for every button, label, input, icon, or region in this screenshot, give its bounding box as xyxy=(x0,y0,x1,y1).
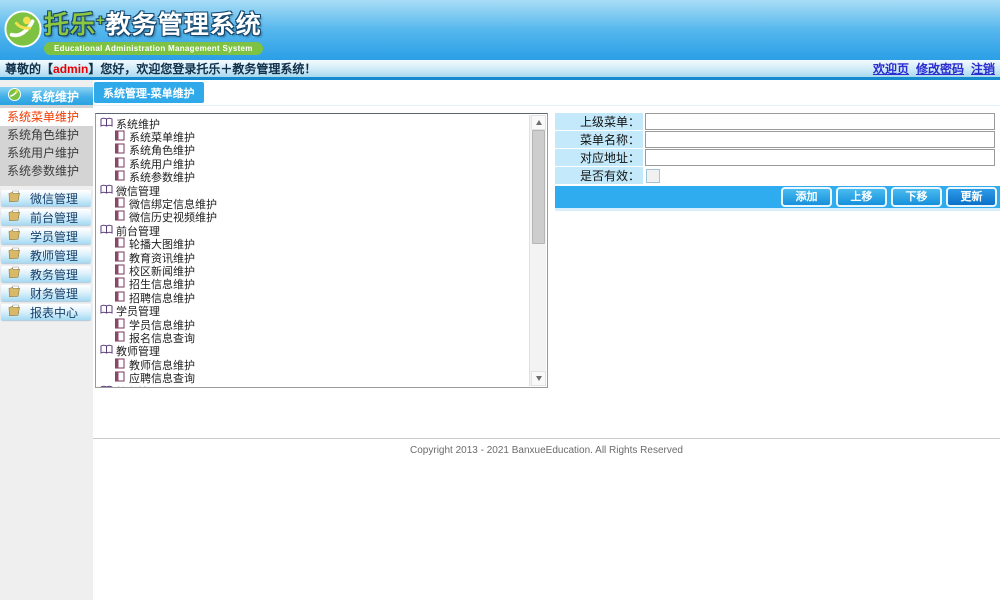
sidebar-section-item[interactable]: 前台管理 xyxy=(1,209,91,225)
folder-icon xyxy=(8,247,21,263)
footer: Copyright 2013 - 2021 BanxueEducation. A… xyxy=(93,438,1000,456)
open-book-icon xyxy=(100,385,113,388)
open-book-icon xyxy=(100,117,113,131)
url-label: 对应地址： xyxy=(555,149,643,166)
main-content: 系统管理-菜单维护 xyxy=(93,80,1000,600)
tab-menu-maintenance[interactable]: 系统管理-菜单维护 xyxy=(94,82,204,103)
book-icon xyxy=(114,157,126,171)
sidebar-submenu-item[interactable]: 系统菜单维护 xyxy=(0,108,93,126)
logo-title-white: 教务管理系统 xyxy=(106,11,262,39)
welcome-prefix: 尊敬的【 xyxy=(5,62,53,76)
sidebar-section-item[interactable]: 教师管理 xyxy=(1,247,91,263)
scroll-down-icon[interactable] xyxy=(531,371,546,386)
welcome-suffix: 】您好，欢迎您登录托乐＋教务管理系统！ xyxy=(88,62,316,76)
open-book-icon xyxy=(100,184,113,198)
folder-icon xyxy=(8,304,21,320)
tree-node[interactable]: 系统参数维护 xyxy=(100,171,547,184)
menu-name-label: 菜单名称： xyxy=(555,131,643,148)
welcome-links: 欢迎页修改密码注销 xyxy=(866,60,995,77)
folder-icon xyxy=(8,209,21,225)
menu-form-panel: 上级菜单： 菜单名称： 对应地址： 是否有效： xyxy=(555,113,1000,211)
sidebar-section-item[interactable]: 微信管理 xyxy=(1,190,91,206)
book-icon xyxy=(114,251,126,265)
sidebar-submenu-item[interactable]: 系统角色维护 xyxy=(0,126,93,144)
menu-name-input[interactable] xyxy=(645,131,995,148)
main-layout: 系统维护 系统菜单维护系统角色维护系统用户维护系统参数维护 微信管理 xyxy=(0,80,1000,600)
page: 托乐+教务管理系统 Educational Administration Man… xyxy=(0,0,1000,600)
sidebar-section-item[interactable]: 教务管理 xyxy=(1,266,91,282)
scrollbar-thumb[interactable] xyxy=(532,130,545,244)
sidebar: 系统维护 系统菜单维护系统角色维护系统用户维护系统参数维护 微信管理 xyxy=(0,80,93,600)
header-link[interactable]: 欢迎页 xyxy=(873,62,909,76)
active-label: 是否有效： xyxy=(555,167,643,184)
parent-menu-label: 上级菜单： xyxy=(555,113,643,130)
folder-icon xyxy=(8,285,21,301)
book-icon xyxy=(114,277,126,291)
form-row-menu-name: 菜单名称： xyxy=(555,131,1000,148)
menu-tree-panel: 系统维护 xyxy=(95,113,548,388)
sidebar-submenu-item[interactable]: 系统参数维护 xyxy=(0,162,93,180)
book-icon xyxy=(114,130,126,144)
welcome-text: 尊敬的【admin】您好，欢迎您登录托乐＋教务管理系统！ xyxy=(5,60,316,77)
logo-title: 托乐+教务管理系统 xyxy=(44,6,263,40)
sidebar-section-item[interactable]: 报表中心 xyxy=(1,304,91,320)
form-action-button[interactable]: 添加 xyxy=(781,187,832,207)
logo-tagline: Educational Administration Management Sy… xyxy=(44,42,263,55)
tab-bar: 系统管理-菜单维护 xyxy=(93,80,1000,106)
tree-node[interactable]: 应聘信息查询 xyxy=(100,371,547,384)
folder-icon xyxy=(8,228,21,244)
sidebar-collapsed-sections: 微信管理 前台管理 xyxy=(0,186,93,320)
welcome-username: admin xyxy=(53,62,88,76)
tree-node[interactable]: 微信历史视频维护 xyxy=(100,211,547,224)
header-link[interactable]: 注销 xyxy=(971,62,995,76)
tree-scrollbar[interactable] xyxy=(529,115,546,386)
form-action-button[interactable]: 上移 xyxy=(836,187,887,207)
url-input[interactable] xyxy=(645,149,995,166)
app-header: 托乐+教务管理系统 Educational Administration Man… xyxy=(0,0,1000,60)
folder-icon xyxy=(8,190,21,206)
logo-plus-sign: + xyxy=(96,12,106,29)
form-row-active: 是否有效： xyxy=(555,167,1000,184)
leaf-icon xyxy=(8,88,21,104)
book-icon xyxy=(114,264,126,278)
form-action-button[interactable]: 下移 xyxy=(891,187,942,207)
tree-node[interactable]: 招聘信息维护 xyxy=(100,291,547,304)
scroll-up-icon[interactable] xyxy=(531,115,546,130)
open-book-icon xyxy=(100,224,113,238)
open-book-icon xyxy=(100,304,113,318)
app-logo: 托乐+教务管理系统 Educational Administration Man… xyxy=(4,6,263,55)
menu-tree: 系统维护 xyxy=(96,114,547,388)
book-icon xyxy=(114,197,126,211)
parent-menu-input[interactable] xyxy=(645,113,995,130)
book-icon xyxy=(114,318,126,332)
sidebar-section-item[interactable]: 学员管理 xyxy=(1,228,91,244)
sidebar-submenu: 系统菜单维护系统角色维护系统用户维护系统参数维护 xyxy=(0,105,93,186)
sidebar-section-item[interactable]: 财务管理 xyxy=(1,285,91,301)
form-button-bar: 添加上移下移更新 xyxy=(555,186,1000,211)
book-icon xyxy=(114,237,126,251)
form-action-button[interactable]: 更新 xyxy=(946,187,997,207)
folder-icon xyxy=(8,266,21,282)
logo-text-block: 托乐+教务管理系统 Educational Administration Man… xyxy=(44,6,263,55)
content-area: 系统维护 xyxy=(93,106,1000,388)
form-row-parent-menu: 上级菜单： xyxy=(555,113,1000,130)
logo-person-icon xyxy=(4,10,42,53)
sidebar-section-system-maintenance[interactable]: 系统维护 xyxy=(0,87,93,105)
welcome-bar: 尊敬的【admin】您好，欢迎您登录托乐＋教务管理系统！ 欢迎页修改密码注销 xyxy=(0,60,1000,80)
tree-node[interactable]: 报名信息查询 xyxy=(100,331,547,344)
copyright-text: Copyright 2013 - 2021 BanxueEducation. A… xyxy=(410,445,683,456)
active-checkbox[interactable] xyxy=(646,169,660,183)
logo-title-green: 托乐 xyxy=(44,11,96,39)
sidebar-section-label: 系统维护 xyxy=(31,88,79,105)
open-book-icon xyxy=(100,344,113,358)
header-link[interactable]: 修改密码 xyxy=(916,62,964,76)
book-icon xyxy=(114,143,126,157)
book-icon xyxy=(114,358,126,372)
sidebar-submenu-item[interactable]: 系统用户维护 xyxy=(0,144,93,162)
form-row-url: 对应地址： xyxy=(555,149,1000,166)
